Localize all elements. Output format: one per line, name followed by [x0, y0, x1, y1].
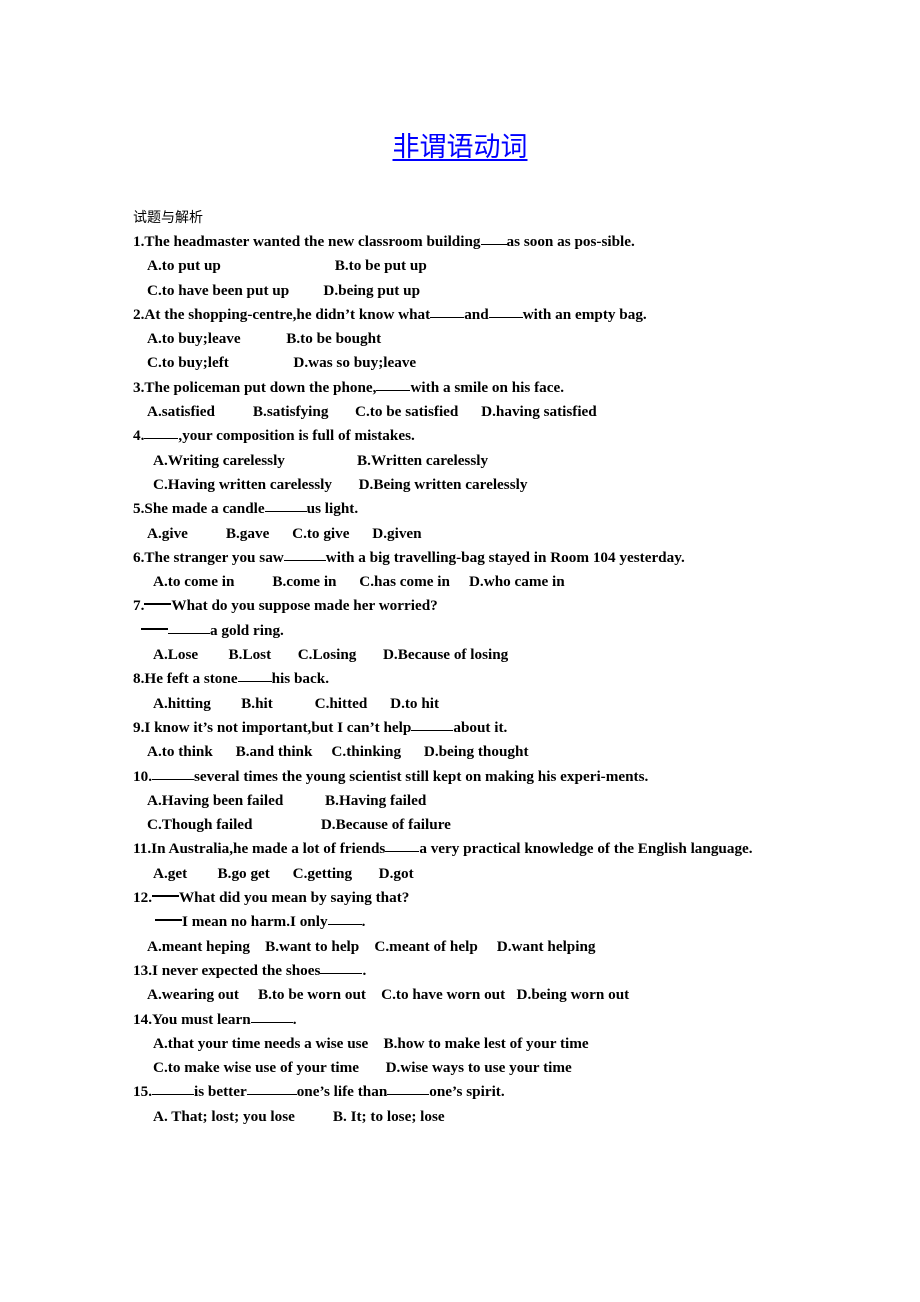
question-options-8a[interactable]: A.hitting B.hit C.hitted D.to hit [133, 692, 783, 716]
blank-field[interactable] [168, 620, 210, 634]
dialogue-dash-icon [144, 596, 172, 606]
section-label: 试题与解析 [133, 210, 203, 226]
blank-field[interactable] [283, 547, 326, 561]
blank-field[interactable] [411, 717, 454, 731]
blank-field[interactable] [488, 304, 523, 318]
question-options-4b[interactable]: C.Having written carelessly D.Being writ… [133, 473, 783, 497]
question-options-10b[interactable]: C.Though failed D.Because of failure [133, 813, 783, 837]
page-title: 非谓语动词 [0, 131, 920, 165]
question-options-3a[interactable]: A.satisfied B.satisfying C.to be satisfi… [133, 400, 783, 424]
question-options-15a[interactable]: A. That; lost; you lose B. It; to lose; … [133, 1105, 783, 1129]
question-options-1a[interactable]: A.to put up B.to be put up [133, 254, 783, 278]
blank-field[interactable] [237, 668, 272, 683]
question-stem-5: 5.She made a candle us light. [133, 498, 359, 518]
dialogue-dash-icon [155, 912, 182, 922]
question-options-13a[interactable]: A.wearing out B.to be worn out C.to have… [133, 983, 783, 1007]
blank-field[interactable] [246, 1081, 297, 1096]
document-body: 试题与解析 1.The headmaster wanted the new cl… [133, 208, 783, 1129]
question-stem-8: 8.He feft a stone his back. [133, 668, 329, 688]
blank-field[interactable] [327, 911, 362, 926]
question-stem-1: 1.The headmaster wanted the new classroo… [133, 231, 635, 250]
question-options-12a[interactable]: A.meant heping B.want to help C.meant of… [133, 935, 783, 959]
blank-field[interactable] [385, 838, 420, 853]
question-options-1b[interactable]: C.to have been put up D.being put up [133, 279, 783, 303]
question-reply-12: I mean no harm.I only. [133, 910, 783, 934]
question-options-14b[interactable]: C.to make wise use of your time D.wise w… [133, 1056, 783, 1080]
blank-field[interactable] [151, 1081, 194, 1096]
blank-field[interactable] [250, 1009, 293, 1023]
question-stem-14: 14.You must learn. [133, 1009, 297, 1028]
blank-field[interactable] [376, 377, 411, 391]
question-options-9a[interactable]: A.to think B.and think C.thinking D.bein… [133, 740, 783, 764]
question-options-6a[interactable]: A.to come in B.come in C.has come in D.w… [133, 570, 783, 594]
blank-field[interactable] [144, 425, 179, 440]
dialogue-dash-icon [151, 888, 179, 898]
document-page: 非谓语动词 试题与解析 1.The headmaster wanted the … [0, 0, 920, 1302]
question-stem-9: 9.I know it’s not important,but I can’t … [133, 717, 508, 736]
question-options-10a[interactable]: A.Having been failed B.Having failed [133, 789, 783, 813]
question-options-5a[interactable]: A.give B.gave C.to give D.given [133, 522, 783, 546]
question-stem-2: 2.At the shopping-centre,he didn’t know … [133, 304, 647, 323]
blank-field[interactable] [151, 766, 194, 780]
question-stem-12: 12. What did you mean by saying that? [133, 888, 410, 907]
question-stem-4: 4. ,your composition is full of mistakes. [133, 425, 415, 445]
question-options-2a[interactable]: A.to buy;leave B.to be bought [133, 327, 783, 351]
question-stem-10: 10. several times the young scientist sti… [133, 766, 649, 785]
question-stem-6: 6.The stranger you saw with a big travell… [133, 547, 685, 566]
question-options-2b[interactable]: C.to buy;left D.was so buy;leave [133, 351, 783, 375]
question-options-4a[interactable]: A.Writing carelessly B.Written carelessl… [133, 449, 783, 473]
dialogue-dash-icon [141, 621, 168, 630]
blank-field[interactable] [320, 960, 363, 974]
blank-field[interactable] [387, 1081, 430, 1096]
blank-field[interactable] [480, 231, 507, 245]
question-options-11a[interactable]: A.get B.go get C.getting D.got [133, 862, 783, 886]
question-stem-7: 7. What do you suppose made her worried? [133, 596, 438, 615]
question-stem-13: 13.I never expected the shoes. [133, 960, 367, 979]
blank-field[interactable] [430, 304, 465, 318]
question-stem-11: 11.In Australia,he made a lot of friends… [133, 838, 753, 858]
question-options-14a[interactable]: A.that your time needs a wise use B.how … [133, 1032, 783, 1056]
question-stem-3: 3.The policeman put down the phone, with … [133, 377, 565, 396]
page-title-text: 非谓语动词 [392, 132, 528, 164]
question-stem-15: 15. is better one’s life than one’s spirit. [133, 1081, 505, 1101]
question-options-7a[interactable]: A.Lose B.Lost C.Losing D.Because of losi… [133, 643, 783, 667]
blank-field[interactable] [264, 498, 307, 513]
question-reply-7: a gold ring. [133, 619, 783, 643]
